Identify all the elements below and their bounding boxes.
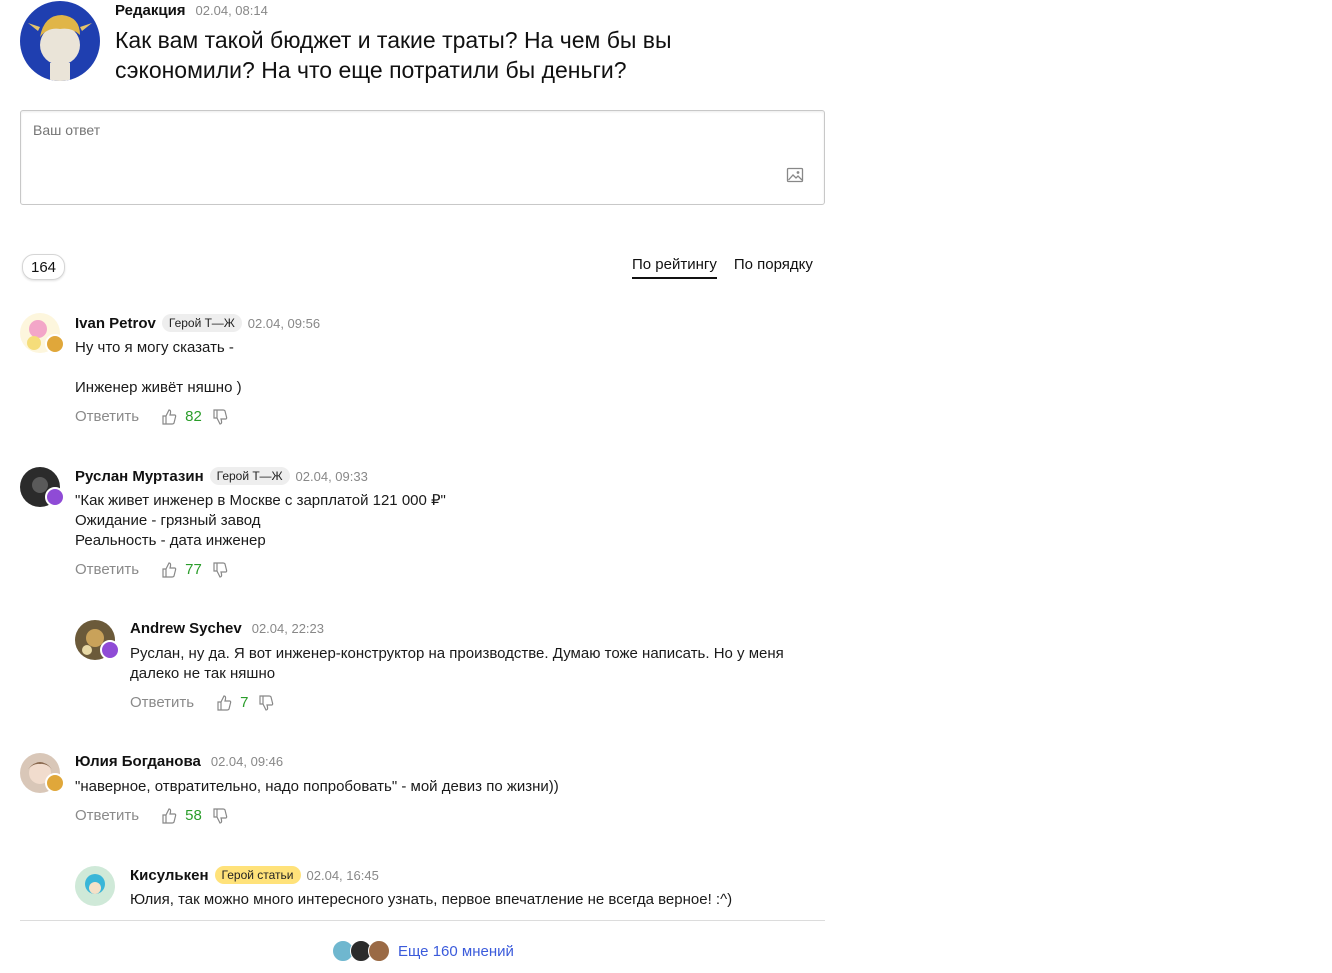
- rating-score: 7: [240, 694, 249, 711]
- comment-author[interactable]: Ivan Petrov: [75, 315, 156, 332]
- comment-date: 02.04, 09:56: [247, 315, 321, 331]
- reply-box[interactable]: [20, 110, 825, 205]
- rating-score: 77: [185, 561, 202, 578]
- premium-badge-icon: [45, 773, 65, 793]
- reply-input[interactable]: [31, 120, 775, 194]
- comment-line: Юлия, так можно много интересного узнать…: [130, 891, 733, 908]
- comment-count: 164: [31, 258, 57, 276]
- comment-author[interactable]: Andrew Sychev: [130, 620, 242, 637]
- comment-line: Реальность - дата инженер: [75, 532, 266, 549]
- thumbs-up-icon[interactable]: [161, 408, 177, 425]
- premium-badge-icon: [100, 640, 120, 660]
- reply-button[interactable]: Ответить: [75, 561, 139, 578]
- post-author[interactable]: Редакция: [115, 2, 186, 19]
- reply-button[interactable]: Ответить: [75, 807, 139, 824]
- thumbs-down-icon[interactable]: [258, 694, 274, 711]
- avatar[interactable]: [75, 866, 115, 906]
- comment-date: 02.04, 16:45: [306, 867, 379, 883]
- comment-line: Ожидание - грязный завод: [75, 512, 261, 529]
- more-comments-link[interactable]: Еще 160 мнений: [332, 940, 514, 962]
- thumbs-down-icon[interactable]: [212, 807, 228, 824]
- more-comments-label[interactable]: Еще 160 мнений: [398, 943, 514, 960]
- comment-line: Инженер живёт няшно ): [75, 379, 242, 396]
- comment-line: "наверное, отвратительно, надо попробова…: [75, 778, 559, 795]
- premium-badge-icon: [45, 487, 65, 507]
- comment-count-badge: 164: [22, 254, 66, 280]
- thumbs-up-icon[interactable]: [161, 561, 177, 578]
- avatar: [368, 940, 390, 962]
- author-tag: Герой Т—Ж: [161, 314, 242, 332]
- thumbs-down-icon[interactable]: [212, 561, 228, 578]
- rating-score: 58: [185, 807, 202, 824]
- author-tag: Герой статьи: [214, 866, 301, 884]
- comment-text: "Как живет инженер в Москве с зарплатой …: [75, 491, 446, 551]
- reply-button[interactable]: Ответить: [130, 694, 194, 711]
- reply-button[interactable]: Ответить: [75, 408, 139, 425]
- comment-author[interactable]: Юлия Богданова: [75, 753, 201, 770]
- comment-text: Ну что я могу сказать - Инженер живёт ня…: [75, 338, 242, 398]
- comment-date: 02.04, 22:23: [251, 621, 325, 636]
- sort-by-rating-tab[interactable]: По рейтингу: [632, 256, 717, 279]
- comment-line: "Как живет инженер в Москве с зарплатой …: [75, 492, 446, 509]
- editor-avatar[interactable]: [20, 1, 100, 81]
- sort-by-order-tab[interactable]: По порядку: [734, 256, 813, 279]
- post-question: Как вам такой бюджет и такие траты? На ч…: [115, 27, 672, 83]
- comment-text: Юлия, так можно много интересного узнать…: [130, 890, 732, 910]
- comment-line: Руслан, ну да. Я вот инженер-конструктор…: [130, 645, 784, 682]
- premium-badge-icon: [45, 334, 65, 354]
- comment-line: Ну что я могу сказать -: [75, 339, 234, 356]
- image-attach-icon[interactable]: [786, 166, 804, 184]
- post-date: 02.04, 08:14: [195, 3, 268, 18]
- comment-author[interactable]: Руслан Муртазин: [75, 468, 204, 485]
- comment-author[interactable]: Кисулькен: [130, 867, 209, 884]
- thumbs-down-icon[interactable]: [212, 408, 228, 425]
- thumbs-up-icon[interactable]: [216, 694, 232, 711]
- comment-date: 02.04, 09:46: [210, 754, 284, 769]
- divider: [20, 920, 825, 921]
- comment-text: "наверное, отвратительно, надо попробова…: [75, 777, 559, 797]
- comment-text: Руслан, ну да. Я вот инженер-конструктор…: [130, 644, 820, 684]
- author-tag: Герой Т—Ж: [209, 467, 290, 485]
- comment-date: 02.04, 09:33: [295, 468, 368, 484]
- rating-score: 82: [185, 408, 202, 425]
- thumbs-up-icon[interactable]: [161, 807, 177, 824]
